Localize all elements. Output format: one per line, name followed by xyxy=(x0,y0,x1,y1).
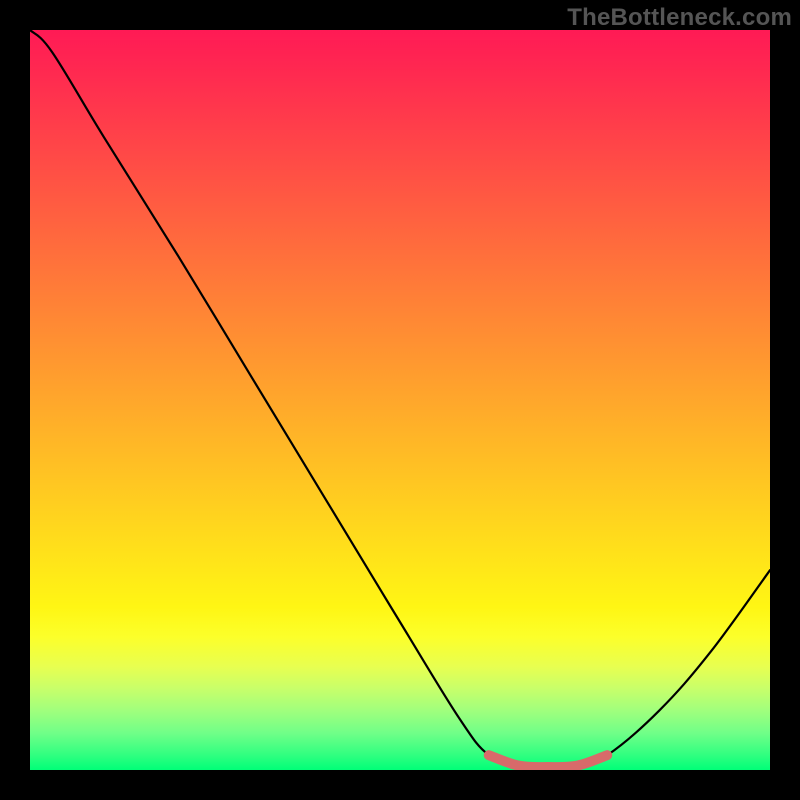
plot-area xyxy=(30,30,770,770)
highlight-band-path xyxy=(489,755,607,767)
curve-svg xyxy=(30,30,770,770)
chart-container: TheBottleneck.com xyxy=(0,0,800,800)
main-curve-path xyxy=(30,30,770,767)
watermark-text: TheBottleneck.com xyxy=(567,4,792,32)
